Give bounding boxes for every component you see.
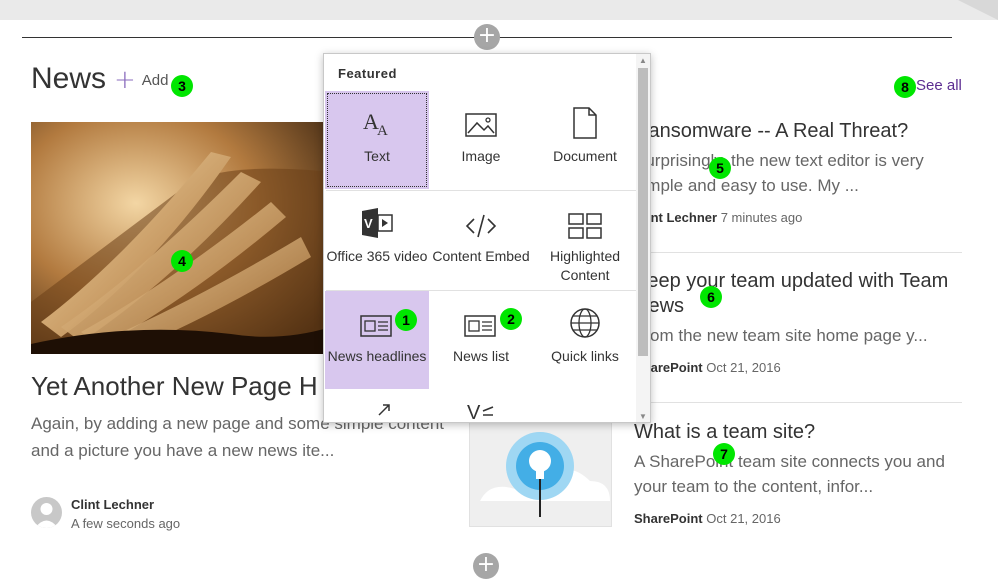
- top-strip: [0, 0, 998, 20]
- badge-7: 7: [713, 443, 735, 465]
- hero-headline[interactable]: Yet Another New Page H: [31, 371, 331, 402]
- tile-news-headlines[interactable]: News headlines: [325, 291, 429, 389]
- badge-1: 1: [395, 309, 417, 331]
- scroll-down-icon[interactable]: ▼: [638, 412, 648, 422]
- badge-4: 4: [171, 250, 193, 272]
- article-separator: [634, 252, 962, 253]
- article-separator: [634, 402, 962, 403]
- see-all-link[interactable]: See all: [916, 77, 962, 94]
- article-title[interactable]: Keep your team updated with Team News: [634, 269, 964, 319]
- partial-tile-icon: V: [467, 402, 497, 422]
- picker-header: Featured: [338, 66, 397, 81]
- partial-tile-icon: [377, 403, 393, 422]
- badge-6: 6: [700, 286, 722, 308]
- hero-image[interactable]: [31, 122, 331, 354]
- article-description: From the new team site home page y...: [634, 326, 928, 345]
- globe-icon: [533, 291, 637, 339]
- article-description: Surprisingly, the new text editor is ver…: [634, 151, 924, 195]
- tile-text[interactable]: AA Text: [325, 91, 429, 189]
- svg-text:A: A: [377, 123, 388, 139]
- article-3[interactable]: What is a team site? A SharePoint team s…: [634, 420, 964, 526]
- picker-scrollbar[interactable]: ▲ ▼: [636, 54, 650, 422]
- article-2[interactable]: Keep your team updated with Team News Fr…: [634, 269, 964, 375]
- article-meta: Clint Lechner 7 minutes ago: [634, 210, 964, 225]
- article-title[interactable]: Ransomware -- A Real Threat?: [634, 119, 964, 144]
- article-meta: SharePoint Oct 21, 2016: [634, 511, 964, 526]
- article-thumbnail[interactable]: [469, 420, 612, 527]
- article-meta: SharePoint Oct 21, 2016: [634, 360, 964, 375]
- webpart-picker: Featured AA Text Image Document V Office…: [323, 53, 651, 423]
- article-author[interactable]: SharePoint: [634, 511, 703, 526]
- plus-icon: +: [114, 65, 136, 95]
- article-description: A SharePoint team site connects you and …: [634, 452, 945, 496]
- tile-image[interactable]: Image: [429, 91, 533, 189]
- badge-3: 3: [171, 75, 193, 97]
- tile-label: Quick links: [551, 348, 619, 364]
- tile-label: Content Embed: [432, 248, 530, 264]
- tile-quick-links[interactable]: Quick links: [533, 291, 637, 389]
- article-title[interactable]: What is a team site?: [634, 420, 964, 445]
- tile-news-list[interactable]: News list: [429, 291, 533, 389]
- tile-label: Document: [553, 148, 617, 164]
- add-news-label: Add: [141, 71, 169, 89]
- tile-label: Text: [364, 148, 390, 164]
- article-1[interactable]: Ransomware -- A Real Threat? Surprisingl…: [634, 119, 964, 225]
- tile-label: Highlighted Content: [549, 248, 621, 283]
- svg-text:V: V: [467, 403, 481, 421]
- document-icon: [533, 91, 637, 139]
- top-strip-corner: [958, 0, 998, 20]
- tile-content-embed[interactable]: Content Embed: [429, 191, 533, 289]
- add-section-button[interactable]: +: [474, 24, 500, 50]
- tile-label: Office 365 video: [326, 248, 428, 264]
- tile-label: Image: [461, 148, 501, 164]
- badge-8: 8: [894, 76, 916, 98]
- add-section-button-bottom[interactable]: +: [473, 553, 499, 579]
- scroll-up-icon[interactable]: ▲: [638, 56, 648, 66]
- highlighted-content-icon: [533, 191, 637, 239]
- tile-label: News headlines: [327, 348, 427, 364]
- hero-time: A few seconds ago: [71, 516, 181, 531]
- image-icon: [429, 91, 533, 139]
- article-time: Oct 21, 2016: [706, 360, 781, 375]
- tile-highlighted-content[interactable]: Highlighted Content: [533, 191, 637, 289]
- tile-label: News list: [452, 348, 509, 364]
- article-time: Oct 21, 2016: [706, 511, 781, 526]
- embed-icon: [429, 191, 533, 239]
- news-title: News: [31, 62, 107, 95]
- add-news-button[interactable]: + Add: [114, 65, 169, 95]
- badge-2: 2: [500, 308, 522, 330]
- scroll-thumb[interactable]: [638, 68, 648, 356]
- hero-author[interactable]: Clint Lechner: [71, 497, 154, 512]
- tile-document[interactable]: Document: [533, 91, 637, 189]
- article-time: 7 minutes ago: [720, 210, 803, 225]
- badge-5: 5: [709, 157, 731, 179]
- text-icon: AA: [325, 91, 429, 139]
- tile-office-video[interactable]: V Office 365 video: [325, 191, 429, 289]
- svg-text:V: V: [364, 216, 373, 231]
- avatar: [31, 497, 62, 528]
- office-video-icon: V: [325, 191, 429, 239]
